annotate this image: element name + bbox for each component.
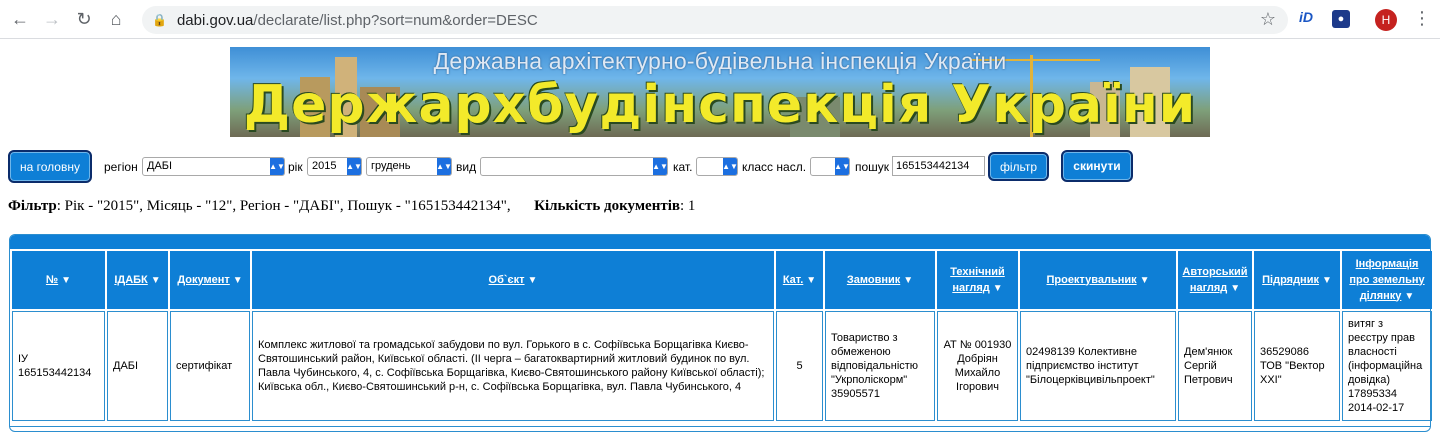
table-header-row: № ▼ ІДАБК ▼ Документ ▼ Об`єкт ▼ Кат. ▼ Замовн…: [12, 251, 1432, 309]
browser-menu-icon[interactable]: ⋮: [1413, 8, 1431, 29]
chevron-updown-icon: ▲▼: [346, 158, 361, 175]
cell-contractor: 36529086 ТОВ "Вектор ХХІ": [1254, 311, 1340, 421]
sort-down-icon: ▼: [806, 274, 817, 286]
chevron-updown-icon: ▲▼: [436, 158, 451, 175]
cell-number: ІУ 165153442134: [12, 311, 105, 421]
forward-icon[interactable]: →: [40, 7, 64, 31]
col-header-author-supervision[interactable]: Авторський нагляд ▼: [1178, 251, 1252, 309]
filter-button[interactable]: фільтр: [988, 152, 1049, 181]
extension-id-icon[interactable]: iD: [1299, 9, 1313, 25]
cell-document: сертифікат: [170, 311, 250, 421]
type-label: вид: [456, 160, 477, 174]
sort-down-icon: ▼: [1404, 290, 1415, 302]
year-label: рік: [288, 160, 303, 174]
type-select[interactable]: ▲▼: [480, 157, 668, 176]
cell-customer: Товариство з обмеженою відповідальністю …: [825, 311, 935, 421]
col-header-land-info[interactable]: Інформація про земельну ділянку ▼: [1342, 251, 1432, 309]
col-header-tech-supervision[interactable]: Технічний нагляд ▼: [937, 251, 1018, 309]
document-count-value: : 1: [679, 198, 696, 214]
filter-summary-text: : Рік - "2015", Місяць - "12", Регіон - …: [56, 198, 511, 214]
col-header-idabk[interactable]: ІДАБК ▼: [107, 251, 168, 309]
sort-down-icon: ▼: [903, 274, 914, 286]
cell-land-info: витяг з реєстру прав власності (інформац…: [1342, 311, 1432, 421]
class-select[interactable]: ▲▼: [810, 157, 850, 176]
search-input[interactable]: [892, 156, 985, 176]
table-row: ІУ 165153442134 ДАБІ сертифікат Комплекс…: [12, 311, 1432, 421]
home-icon[interactable]: ⌂: [104, 7, 128, 31]
col-header-document[interactable]: Документ ▼: [170, 251, 250, 309]
browser-toolbar: ← → ↻ ⌂ 🔒 dabi.gov.ua/declarate/list.php…: [0, 0, 1440, 39]
sort-down-icon: ▼: [1230, 282, 1241, 294]
sort-down-icon: ▼: [527, 274, 538, 286]
sort-down-icon: ▼: [992, 282, 1003, 294]
search-label: пошук: [855, 160, 890, 174]
sort-down-icon: ▼: [1139, 274, 1150, 286]
home-button[interactable]: на головну: [8, 150, 92, 183]
col-header-customer[interactable]: Замовник ▼: [825, 251, 935, 309]
year-select[interactable]: 2015 ▲▼: [307, 157, 362, 176]
month-select[interactable]: грудень ▲▼: [366, 157, 452, 176]
url-path: /declarate/list.php?sort=num&order=DESC: [253, 11, 538, 29]
chevron-updown-icon: ▲▼: [834, 158, 849, 175]
col-header-designer[interactable]: Проектувальник ▼: [1020, 251, 1176, 309]
chevron-updown-icon: ▲▼: [652, 158, 667, 175]
banner-subtitle: Державна архітектурно-будівельна інспекц…: [433, 48, 1007, 74]
cell-idabk: ДАБІ: [107, 311, 168, 421]
col-header-object[interactable]: Об`єкт ▼: [252, 251, 774, 309]
region-select[interactable]: ДАБІ ▲▼: [142, 157, 285, 176]
declarations-table: № ▼ ІДАБК ▼ Документ ▼ Об`єкт ▼ Кат. ▼ Замовн…: [10, 249, 1434, 423]
sort-down-icon: ▼: [61, 274, 72, 286]
col-header-category[interactable]: Кат. ▼: [776, 251, 823, 309]
profile-avatar[interactable]: H: [1375, 9, 1397, 31]
chevron-updown-icon: ▲▼: [722, 158, 737, 175]
filter-summary: Фільтр: Рік - "2015", Місяць - "12", Рег…: [8, 198, 695, 215]
cell-object: Комплекс житлової та громадської забудов…: [252, 311, 774, 421]
col-header-contractor[interactable]: Підрядник ▼: [1254, 251, 1340, 309]
region-label: регіон: [104, 160, 138, 174]
sort-down-icon: ▼: [150, 274, 161, 286]
cell-tech-supervision: АТ № 001930 Добріян Михайло Ігорович: [937, 311, 1018, 421]
chevron-updown-icon: ▲▼: [269, 158, 284, 175]
url-host: dabi.gov.ua: [176, 11, 254, 29]
site-banner: Державна архітектурно-будівельна інспекц…: [230, 47, 1210, 137]
banner-title: Держархбудінспекція України: [243, 75, 1197, 135]
reload-icon[interactable]: ↻: [72, 7, 96, 31]
filter-summary-label: Фільтр: [8, 198, 57, 214]
back-icon[interactable]: ←: [8, 7, 32, 31]
extension-icon[interactable]: ●: [1332, 10, 1350, 28]
sort-down-icon: ▼: [1321, 274, 1332, 286]
reset-button[interactable]: скинути: [1061, 150, 1133, 182]
category-select[interactable]: ▲▼: [696, 157, 738, 176]
cell-category: 5: [776, 311, 823, 421]
cell-author-supervision: Дем'янюк Сергій Петрович: [1178, 311, 1252, 421]
cell-designer: 02498139 Колективне підприємство інститу…: [1020, 311, 1176, 421]
document-count-label: Кількість документів: [534, 198, 680, 214]
lock-icon: 🔒: [152, 13, 167, 27]
class-label: класс насл.: [742, 160, 807, 174]
col-header-number[interactable]: № ▼: [12, 251, 105, 309]
bookmark-star-icon[interactable]: ☆: [1260, 9, 1276, 30]
category-label: кат.: [673, 160, 693, 174]
declarations-table-container: № ▼ ІДАБК ▼ Документ ▼ Об`єкт ▼ Кат. ▼ Замовн…: [9, 234, 1434, 432]
address-bar[interactable]: 🔒 dabi.gov.ua/declarate/list.php?sort=nu…: [142, 6, 1288, 34]
sort-down-icon: ▼: [232, 274, 243, 286]
